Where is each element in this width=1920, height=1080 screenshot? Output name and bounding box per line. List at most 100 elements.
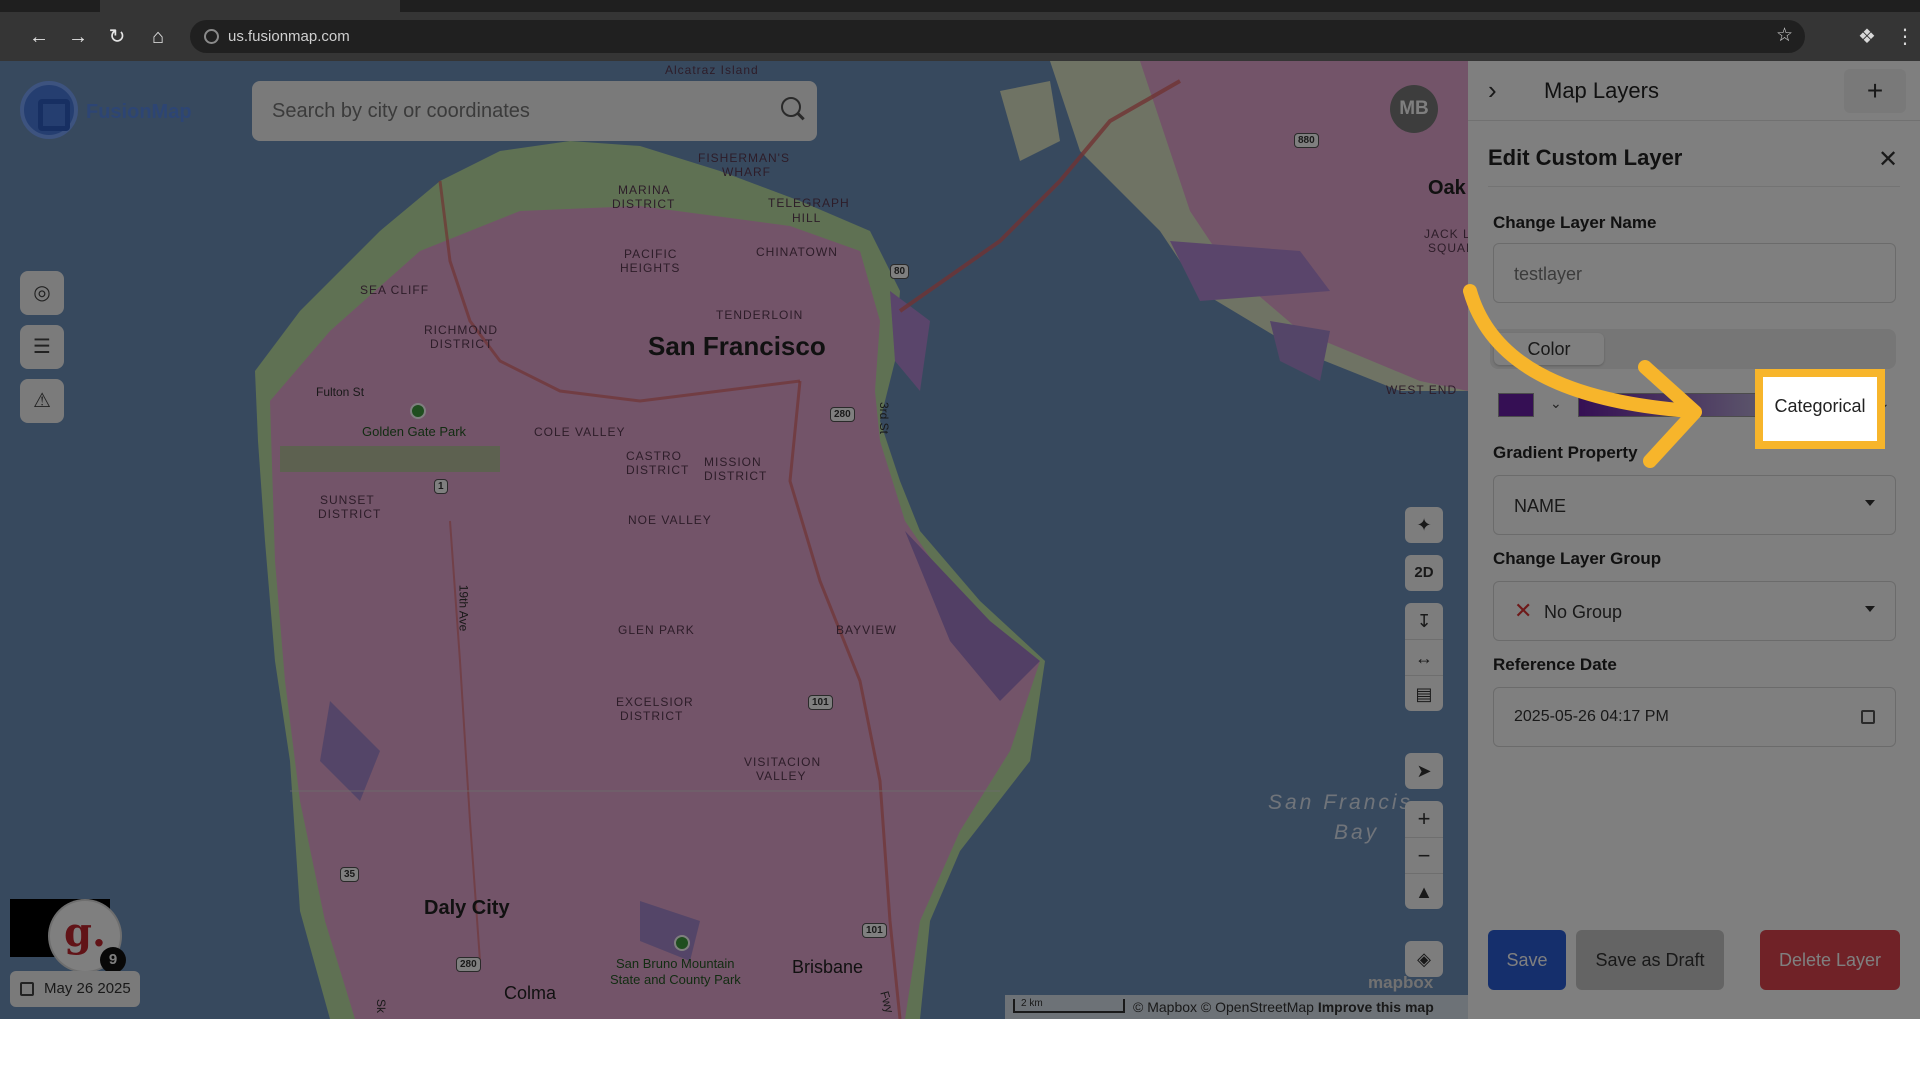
close-icon[interactable]: ✕ (1878, 145, 1898, 174)
map-label: DISTRICT (430, 337, 494, 351)
avatar[interactable]: MB (1390, 85, 1438, 133)
search-placeholder: Search by city or coordinates (272, 100, 530, 122)
layer-name-label: Change Layer Name (1493, 213, 1657, 232)
plus-icon[interactable]: + (1405, 801, 1443, 837)
assistant-badge[interactable]: g. 9 (50, 901, 126, 973)
minus-icon[interactable]: − (1405, 837, 1443, 873)
home-icon[interactable]: ⌂ (145, 24, 171, 50)
reload-icon[interactable]: ↻ (104, 24, 130, 50)
map-label: TELEGRAPH (768, 196, 850, 210)
app-logo[interactable]: FusionMap (20, 81, 200, 141)
map-label: SEA CLIFF (360, 283, 430, 297)
search-input[interactable]: Search by city or coordinates (252, 81, 817, 141)
map-label: DISTRICT (612, 197, 676, 211)
map-label: 3rd St (877, 401, 892, 435)
map-label-brisbane: Brisbane (792, 957, 864, 977)
layers-icon[interactable]: ◈ (1405, 941, 1443, 977)
map-label: Fulton St (316, 385, 365, 399)
gradient-property-select[interactable]: NAME (1493, 475, 1896, 535)
map-label-oak: Oak (1428, 177, 1466, 199)
locate-button[interactable]: ➤ (1405, 753, 1443, 789)
map-base (0, 61, 1468, 1019)
compass-icon[interactable]: ▲ (1405, 873, 1443, 909)
map-canvas[interactable]: Alcatraz Island FISHERMAN'S WHARF MARINA… (0, 61, 1468, 1019)
map-label: Golden Gate Park (362, 424, 467, 439)
panel-title: Map Layers (1544, 78, 1659, 103)
map-label: Sk (374, 998, 389, 1014)
layer-group-value: No Group (1544, 602, 1623, 622)
view-mode-label[interactable]: 2D (1405, 555, 1443, 591)
park-marker-icon[interactable] (410, 403, 426, 419)
tab-strip (0, 0, 1920, 12)
map-label: San Francis (1268, 791, 1414, 814)
reference-date-value: 2025-05-26 04:17 PM (1514, 708, 1669, 725)
menu-icon[interactable]: ⋮ (1895, 24, 1915, 49)
ai-assist-button[interactable]: ✦ (1405, 507, 1443, 543)
calendar-icon[interactable] (1861, 710, 1875, 724)
map-label: VISITACION (744, 755, 822, 769)
tab-categorical[interactable]: Categorical (1763, 396, 1877, 417)
map-label: 19th Ave (456, 584, 471, 632)
add-layer-button[interactable]: + (1844, 69, 1906, 113)
view-mode-toggle[interactable]: 2D (1405, 555, 1443, 591)
map-label-san-francisco: San Francisco (648, 331, 826, 361)
star-icon[interactable]: ☆ (1776, 24, 1793, 47)
ai-sparkle-icon[interactable]: ✦ (1405, 507, 1443, 543)
back-icon[interactable]: ← (26, 24, 52, 50)
highway-shield: 1 (434, 479, 448, 494)
download-icon[interactable]: ↧ (1405, 603, 1443, 639)
fusionmap-logo-icon (20, 81, 78, 139)
map-label: SUNSET (320, 493, 375, 507)
layer-group-select[interactable]: ✕ No Group (1493, 581, 1896, 641)
attribution-text[interactable]: © Mapbox © OpenStreetMap (1133, 999, 1314, 1015)
scale-bar: 2 km (1013, 999, 1125, 1013)
map-attribution: 2 km © Mapbox © OpenStreetMap Improve th… (1005, 995, 1468, 1019)
list-icon[interactable]: ☰ (20, 325, 64, 369)
split-icon[interactable]: ↔ (1405, 639, 1443, 675)
map-label: CHINATOWN (756, 245, 838, 259)
ruler-icon[interactable]: ▤ (1405, 675, 1443, 711)
browser-chrome: ← → ↻ ⌂ us.fusionmap.com ☆ ❖ ⋮ (0, 0, 1920, 61)
map-label: Alcatraz Island (665, 63, 759, 77)
search-icon[interactable] (781, 97, 801, 117)
map-label: DISTRICT (318, 507, 382, 521)
map-label: MISSION (704, 455, 762, 469)
locate-icon[interactable]: ➤ (1405, 753, 1443, 789)
divider (1488, 186, 1900, 187)
map-label: JACK LO (1424, 227, 1468, 241)
improve-map-link[interactable]: Improve this map (1318, 999, 1434, 1015)
warning-icon[interactable]: ⚠ (20, 379, 64, 423)
mapbox-logo[interactable]: mapbox (1368, 973, 1433, 993)
map-label: TENDERLOIN (716, 308, 804, 322)
extension-icon[interactable]: ❖ (1858, 24, 1876, 49)
map-label: VALLEY (756, 769, 807, 783)
zoom-controls: + − ▲ (1405, 801, 1443, 909)
highlight-box[interactable]: Categorical (1755, 369, 1885, 449)
calendar-icon (20, 982, 34, 996)
layers-button[interactable]: ◈ (1405, 941, 1443, 977)
map-label: PACIFIC (624, 247, 678, 261)
address-bar[interactable]: us.fusionmap.com ☆ (190, 20, 1805, 53)
site-info-icon[interactable] (204, 29, 219, 44)
chevron-right-icon[interactable]: › (1488, 75, 1497, 106)
brand-name: FusionMap (86, 101, 192, 123)
save-button[interactable]: Save (1488, 930, 1566, 990)
map-label: DISTRICT (626, 463, 690, 477)
map-label: CASTRO (626, 449, 683, 463)
forward-icon[interactable]: → (65, 24, 91, 50)
map-label-daly-city: Daly City (424, 897, 510, 919)
map-label: HILL (792, 211, 822, 225)
park-marker-icon[interactable] (674, 935, 690, 951)
map-label: EXCELSIOR (616, 695, 694, 709)
highway-shield: 101 (862, 923, 887, 938)
map-label: FISHERMAN'S (698, 151, 790, 165)
section-title: Edit Custom Layer (1488, 145, 1683, 170)
screenshot-icon[interactable]: ◎ (20, 271, 64, 315)
save-draft-button[interactable]: Save as Draft (1576, 930, 1724, 990)
browser-toolbar: ← → ↻ ⌂ us.fusionmap.com ☆ ❖ ⋮ (0, 12, 1920, 61)
map-label: DISTRICT (704, 469, 768, 483)
date-chip[interactable]: May 26 2025 (10, 971, 140, 1007)
delete-layer-button[interactable]: Delete Layer (1760, 930, 1900, 990)
browser-tab[interactable] (100, 0, 400, 12)
reference-date-input[interactable]: 2025-05-26 04:17 PM (1493, 687, 1896, 747)
